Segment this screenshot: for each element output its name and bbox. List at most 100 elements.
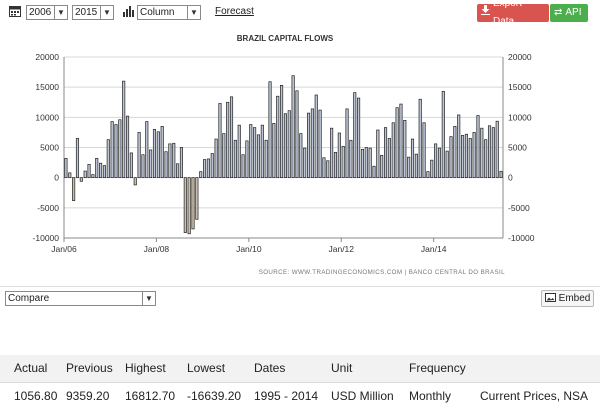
api-label: API [565,7,582,18]
bar [145,121,149,179]
bar [337,132,341,179]
compare-bar: Compare ▼ Embed [0,286,600,308]
end-year-value: 2015 [75,7,98,18]
bar [357,97,361,179]
forecast-link[interactable]: Forecast [215,5,254,20]
x-tick-label: Jan/12 [328,244,354,254]
bar [380,154,384,179]
bar [253,127,257,179]
bar [283,113,287,179]
bar [461,135,465,179]
y-tick-label-left: -5000 [37,203,59,213]
value-dates: 1995 - 2014 [254,382,331,410]
bar [210,153,214,179]
y-tick-label-left: 10000 [35,112,59,122]
value-highest: 16812.70 [125,382,187,410]
bar [445,150,449,179]
bar [487,125,492,179]
bar [276,95,280,179]
bar [95,158,99,179]
start-year-value: 2006 [29,7,52,18]
bar [79,177,83,182]
bar [326,160,330,179]
bar [168,143,172,179]
bar [322,157,326,179]
bar [330,127,334,179]
header-actual: Actual [0,355,66,383]
stats-value-row: 1056.80 9359.20 16812.70 -16639.20 1995 … [0,382,600,410]
bar [353,92,357,179]
bar [368,147,372,179]
bar [453,126,457,179]
bar [191,177,195,230]
api-button[interactable]: ⇄ API [550,4,588,22]
compare-select[interactable]: Compare ▼ [5,291,156,306]
bar [203,159,207,179]
y-tick-label-right: -5000 [508,203,530,213]
bar-chart-icon [123,5,135,17]
header-highest: Highest [125,355,187,383]
bar [295,90,299,179]
export-data-button[interactable]: Export Data [477,0,549,27]
value-frequency: Monthly [409,382,480,410]
bar [87,164,91,179]
bar [233,139,237,179]
bar [430,159,434,179]
bar [384,127,388,179]
bar [333,151,338,179]
bar [434,143,438,179]
bar [122,80,126,179]
bar [491,127,495,179]
value-unit: USD Million [331,382,409,410]
bar [129,152,133,179]
start-year-select[interactable]: 2006 ▼ [26,5,68,20]
bar [472,132,476,179]
bar [137,132,141,179]
bar [241,154,245,179]
bar [480,127,484,179]
bar [426,171,430,179]
bar [372,165,376,179]
embed-button[interactable]: Embed [541,290,594,307]
bar [187,177,191,235]
bar [149,149,153,179]
bar [299,133,303,179]
bar [376,129,380,179]
bar [395,107,399,179]
bar [226,101,230,179]
value-lowest: -16639.20 [187,382,254,410]
bar [403,119,407,179]
bar [306,112,311,179]
bar [176,163,180,179]
stats-header-row: Actual Previous Highest Lowest Dates Uni… [0,355,600,383]
bar [160,126,164,179]
header-notes [480,355,600,383]
bar [72,177,76,201]
bar [164,151,168,179]
y-tick-label-right: 10000 [508,112,532,122]
bar [441,91,445,179]
bar [314,94,318,179]
bar [341,145,345,179]
y-tick-label-right: 0 [508,173,513,183]
end-year-select[interactable]: 2015 ▼ [72,5,114,20]
bar [229,96,234,179]
bar [156,131,160,179]
bar [222,133,226,179]
chevron-down-icon: ▼ [54,6,67,19]
bar [449,136,453,179]
bar [291,75,295,179]
header-unit: Unit [331,355,409,383]
chart-type-value: Column [140,7,175,18]
bar [272,123,276,179]
calendar-icon [9,5,21,17]
bar [141,154,145,179]
chevron-down-icon: ▼ [187,6,200,19]
chart-area: BRAZIL CAPITAL FLOWS 20000 20000 15000 1500… [0,26,600,284]
bar [195,177,199,220]
chevron-down-icon: ▼ [142,292,155,305]
bar [68,172,72,179]
chart-type-select[interactable]: Column ▼ [137,5,201,20]
bar [99,162,103,179]
bar [172,142,176,179]
